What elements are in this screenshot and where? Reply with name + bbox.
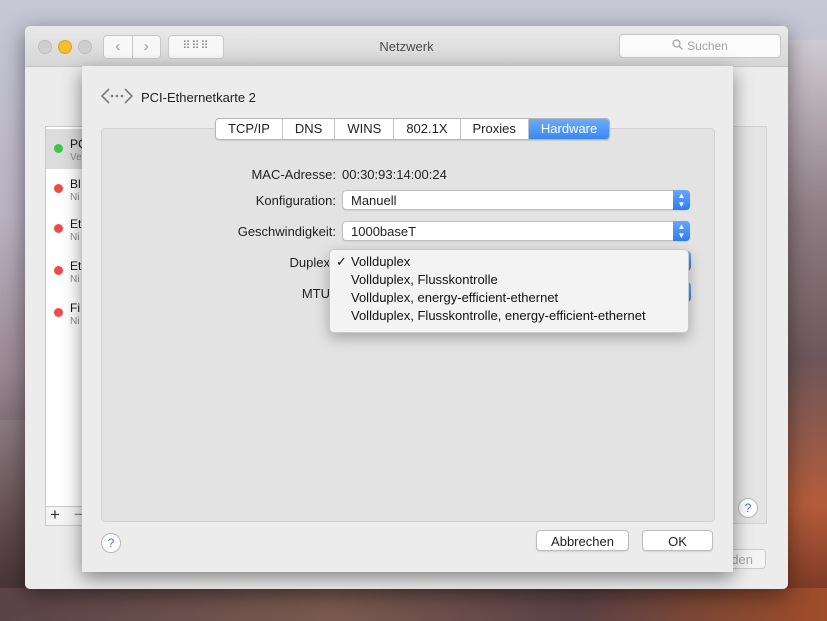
service-list-toolbar: + − (45, 505, 84, 526)
menu-item-label: Vollduplex, Flusskontrolle (351, 272, 498, 287)
duplex-dropdown-menu: ✓ Vollduplex Vollduplex, Flusskontrolle … (329, 249, 689, 333)
help-button[interactable]: ? (101, 533, 121, 553)
status-dot-icon (54, 224, 63, 233)
service-status: Ve (70, 152, 82, 163)
service-name: Fi (70, 301, 80, 315)
status-dot-icon (54, 266, 63, 275)
service-list: PC Ve Bl Ni Et Ni Et Ni Fi Ni (45, 126, 83, 524)
service-item[interactable]: Fi Ni (46, 293, 82, 333)
tab-8021x[interactable]: 802.1X (394, 119, 461, 139)
service-item[interactable]: Et Ni (46, 209, 82, 249)
desktop-mountain-right (788, 40, 827, 621)
help-button[interactable]: ? (738, 498, 758, 518)
service-item[interactable]: Bl Ni (46, 169, 82, 209)
ethernet-icon (100, 88, 134, 104)
service-item[interactable]: Et Ni (46, 251, 82, 291)
service-status: Ni (70, 316, 80, 327)
select-arrows-icon: ▲ ▼ (673, 190, 690, 210)
service-status: Ni (70, 192, 80, 203)
status-dot-icon (54, 144, 63, 153)
speed-value: 1000baseT (351, 224, 417, 239)
add-service-button[interactable]: + (50, 505, 60, 525)
checkmark-icon: ✓ (336, 254, 347, 269)
titlebar: ‹ › ⠿⠿⠿ Netzwerk Suchen (25, 26, 788, 67)
menu-item-label: Vollduplex, energy-efficient-ethernet (351, 290, 559, 305)
status-dot-icon (54, 184, 63, 193)
tab-tcpip[interactable]: TCP/IP (216, 119, 283, 139)
menu-item-vollduplex[interactable]: ✓ Vollduplex (330, 252, 688, 270)
select-arrows-icon: ▲ ▼ (673, 221, 690, 241)
service-name: Et (70, 259, 82, 273)
configuration-value: Manuell (351, 193, 397, 208)
service-name: Et (70, 217, 82, 231)
interface-title: PCI-Ethernetkarte 2 (141, 90, 256, 105)
search-placeholder: Suchen (687, 39, 728, 53)
status-dot-icon (54, 308, 63, 317)
tab-dns[interactable]: DNS (283, 119, 336, 139)
tab-bar: TCP/IP DNS WINS 802.1X Proxies Hardware (215, 118, 611, 140)
service-status: Ni (70, 274, 80, 285)
mac-address-value: 00:30:93:14:00:24 (342, 167, 447, 182)
menu-item-flow-control-eee[interactable]: Vollduplex, Flusskontrolle, energy-effic… (330, 306, 688, 324)
service-name: Bl (70, 177, 81, 191)
mtu-label: MTU (301, 286, 330, 301)
search-field[interactable]: Suchen (619, 34, 781, 58)
advanced-sheet: PCI-Ethernetkarte 2 TCP/IP DNS WINS 802.… (82, 66, 733, 572)
desktop-ground (0, 588, 827, 621)
configuration-select[interactable]: Manuell ▲ ▼ (342, 190, 690, 210)
ok-button[interactable]: OK (642, 530, 713, 551)
service-status: Ni (70, 232, 80, 243)
duplex-label: Duplex (289, 255, 330, 270)
configuration-label: Konfiguration: (255, 193, 336, 208)
menu-item-eee[interactable]: Vollduplex, energy-efficient-ethernet (330, 288, 688, 306)
menu-item-label: Vollduplex (351, 254, 411, 269)
menu-item-label: Vollduplex, Flusskontrolle, energy-effic… (351, 308, 646, 323)
service-item[interactable]: PC Ve (46, 129, 82, 169)
tab-hardware[interactable]: Hardware (528, 119, 610, 139)
search-icon (672, 35, 684, 57)
speed-label: Geschwindigkeit: (237, 224, 336, 239)
cancel-button[interactable]: Abbrechen (536, 530, 629, 551)
menu-item-flow-control[interactable]: Vollduplex, Flusskontrolle (330, 270, 688, 288)
mac-address-label: MAC-Adresse: (251, 167, 336, 182)
tab-wins[interactable]: WINS (335, 119, 395, 139)
speed-select[interactable]: 1000baseT ▲ ▼ (342, 221, 690, 241)
tab-proxies[interactable]: Proxies (461, 119, 529, 139)
